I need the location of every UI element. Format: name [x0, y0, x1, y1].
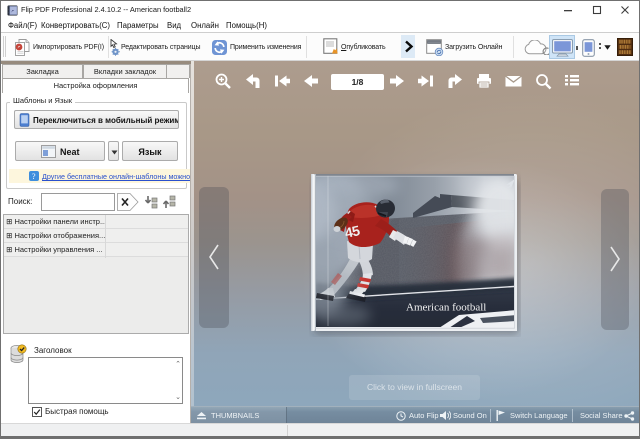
svg-text:American football: American football — [406, 302, 486, 314]
svg-text:?: ? — [32, 172, 36, 181]
